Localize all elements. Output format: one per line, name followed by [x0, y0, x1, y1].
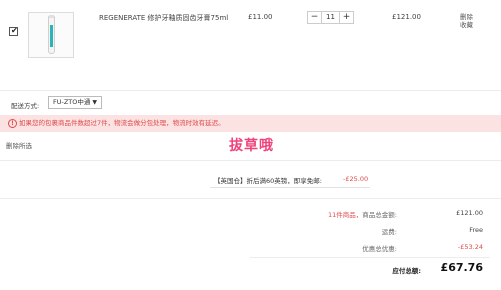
product-thumbnail[interactable]: [28, 12, 74, 58]
shipping-fee-value: Free: [469, 226, 483, 234]
divider: [0, 198, 501, 199]
delete-item-link[interactable]: 删除: [460, 13, 473, 21]
delete-selected-link[interactable]: 删除所选: [6, 140, 32, 150]
promo-amount: -£25.00: [343, 175, 369, 183]
quantity-stepper[interactable]: − 11 +: [307, 11, 354, 24]
quantity-input[interactable]: 11: [321, 12, 340, 23]
dropdown-arrow-icon: ▼: [92, 99, 97, 106]
discount-label: 优惠总优惠:: [362, 245, 397, 253]
divider: [0, 90, 501, 91]
product-name[interactable]: REGENERATE 修护牙釉质固齿牙膏75ml: [99, 13, 239, 24]
item-subtotal: £121.00: [392, 13, 421, 21]
shipping-method-value: FU-ZTO中通: [53, 98, 91, 106]
checkmark-icon: ✔: [11, 26, 18, 35]
shipping-method-label: 配送方式:: [11, 102, 40, 110]
items-total-label: 11件商品，商品总金额:: [277, 209, 397, 219]
divider: [210, 187, 370, 188]
promo-description: 【英国仓】折后满60英镑，即享免邮:: [214, 177, 322, 185]
items-total-value: £121.00: [456, 209, 483, 217]
toothpaste-tube-image: [48, 15, 55, 54]
warning-icon: !: [8, 119, 17, 128]
increase-quantity-button[interactable]: +: [340, 12, 353, 23]
watermark-text: 拔草哦: [229, 138, 274, 154]
total-due-value: £67.76: [440, 261, 483, 274]
unit-price: £11.00: [248, 13, 273, 21]
decrease-quantity-button[interactable]: −: [308, 12, 321, 23]
item-actions: 删除 收藏: [460, 13, 473, 29]
shipping-method-select[interactable]: FU-ZTO中通 ▼: [48, 96, 102, 109]
items-count: 11件商品，: [328, 211, 363, 219]
items-total-caption: 商品总金额:: [362, 211, 397, 219]
discount-value: -£53.24: [457, 243, 483, 251]
warning-text: 如果您的包裹商品件数超过7件，物流会做分包处理，物流时效有延迟。: [19, 119, 225, 127]
shipping-fee-label: 运费:: [381, 228, 397, 236]
divider: [0, 160, 501, 161]
total-due-label: 应付总额:: [392, 267, 421, 275]
favorite-item-link[interactable]: 收藏: [460, 21, 473, 29]
item-checkbox[interactable]: ✔: [9, 26, 18, 36]
divider: [250, 257, 490, 258]
